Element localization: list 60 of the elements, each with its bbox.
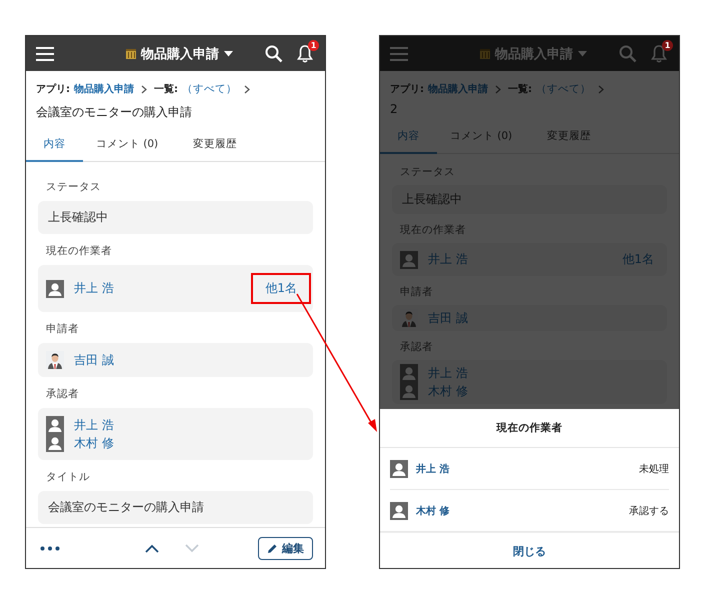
field-label: ステータス xyxy=(45,180,102,195)
user-name[interactable]: 木村 修 xyxy=(74,434,114,452)
user-icon xyxy=(390,502,408,520)
user-icon xyxy=(46,280,64,298)
notification-badge: 1 xyxy=(308,40,319,50)
field-value: 上長確認中 xyxy=(392,185,667,214)
field-label: 現在の作業者 xyxy=(45,244,113,259)
user-icon xyxy=(46,416,64,434)
app-icon xyxy=(480,48,490,58)
breadcrumb-link[interactable]: （すべて） xyxy=(182,82,237,96)
status-text: 承認する xyxy=(629,504,669,518)
user-name[interactable]: 井上 浩 xyxy=(74,416,114,434)
tab[interactable]: 内容 xyxy=(26,130,83,162)
user-name[interactable]: 井上 浩 xyxy=(416,462,450,476)
notification-badge: 1 xyxy=(662,40,673,50)
edit-button[interactable]: 編集 xyxy=(258,536,313,560)
breadcrumb-label: 一覧: xyxy=(508,82,532,96)
field-label: 承認者 xyxy=(45,387,80,402)
status-text: 未処理 xyxy=(639,462,669,476)
field-value: 会議室のモニターの購入申請 xyxy=(38,491,313,524)
app-icon xyxy=(126,48,136,58)
user-icon xyxy=(400,382,418,400)
caret-icon[interactable] xyxy=(224,50,233,56)
record-title: 2 xyxy=(389,101,399,117)
app-title[interactable]: 物品購入申請 xyxy=(141,44,219,62)
more-users-link[interactable]: 他1名 xyxy=(251,273,311,304)
more-icon[interactable] xyxy=(40,546,60,550)
user-icon xyxy=(46,434,64,452)
user-name[interactable]: 吉田 誠 xyxy=(74,352,114,368)
field-label: 現在の作業者 xyxy=(399,223,467,238)
chevron-right-icon xyxy=(244,84,250,94)
field-label: 承認者 xyxy=(399,340,434,355)
field-label: ステータス xyxy=(399,165,456,180)
record-title: 会議室のモニターの購入申請 xyxy=(35,104,193,121)
menu-icon[interactable] xyxy=(36,46,54,62)
field-value: 上長確認中 xyxy=(38,201,313,234)
user-icon xyxy=(400,250,418,268)
user-name[interactable]: 井上 浩 xyxy=(74,280,114,297)
breadcrumb-label: アプリ: xyxy=(36,82,70,96)
person-icon xyxy=(46,351,64,369)
person-icon xyxy=(400,309,418,327)
field-label: 申請者 xyxy=(399,285,434,300)
breadcrumb-label: 一覧: xyxy=(154,82,178,96)
chevron-up-icon[interactable] xyxy=(144,544,158,552)
pencil-icon xyxy=(267,542,278,554)
user-icon xyxy=(390,460,408,478)
search-icon[interactable] xyxy=(265,44,283,62)
breadcrumb-link[interactable]: 物品購入申請 xyxy=(74,82,134,96)
sheet-title: 現在の作業者 xyxy=(380,409,679,448)
chevron-right-icon xyxy=(495,84,501,94)
user-icon xyxy=(400,364,418,382)
user-name[interactable]: 木村 修 xyxy=(416,504,450,518)
tab[interactable]: 変更履歴 xyxy=(171,130,259,161)
tab[interactable]: コメント (0) xyxy=(83,130,171,161)
field-label: 申請者 xyxy=(45,322,80,337)
field-label: タイトル xyxy=(45,470,91,485)
chevron-right-icon xyxy=(598,84,604,94)
bell-icon[interactable] xyxy=(297,44,313,62)
chevron-right-icon xyxy=(141,84,147,94)
breadcrumb-label: アプリ: xyxy=(390,82,424,96)
